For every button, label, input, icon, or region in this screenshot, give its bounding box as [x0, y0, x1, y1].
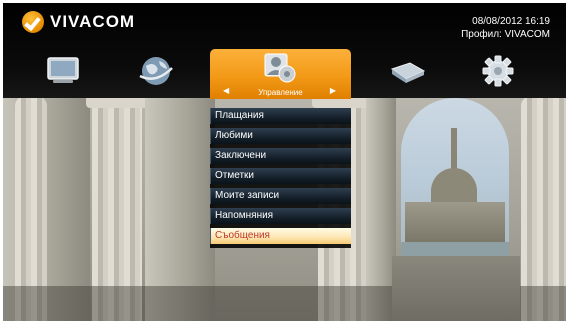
- gear-icon: [482, 55, 514, 87]
- nav-item-management[interactable]: ◀ Управление ▶: [210, 49, 351, 99]
- menu-item-my-recordings[interactable]: Моите записи: [210, 188, 351, 204]
- logo-mark-icon: [22, 11, 44, 33]
- tv-screen: VIVACOM 08/08/2012 16:19 Профил: VIVACOM: [0, 0, 569, 324]
- brand-logo: VIVACOM: [22, 10, 135, 34]
- menu-item-reminders[interactable]: Напомняния: [210, 208, 351, 224]
- menu-item-payments[interactable]: Плащания: [210, 108, 351, 124]
- brand-name: VIVACOM: [50, 12, 136, 31]
- date-time: 08/08/2012 16:19: [472, 16, 550, 27]
- window-view: [401, 98, 509, 256]
- nav-item-tv[interactable]: [42, 54, 84, 88]
- menu-item-messages[interactable]: Съобщения: [210, 228, 351, 244]
- book-icon: [390, 62, 426, 83]
- profile-label: Профил: VIVACOM: [461, 29, 550, 40]
- user-settings-icon: [264, 53, 296, 83]
- tv-icon: [47, 57, 79, 83]
- top-bar: VIVACOM 08/08/2012 16:19 Профил: VIVACOM: [0, 0, 569, 99]
- menu-item-favorites[interactable]: Любими: [210, 128, 351, 144]
- nav-item-guide[interactable]: [387, 54, 429, 88]
- nav-item-internet[interactable]: [135, 54, 177, 88]
- menu-item-locked[interactable]: Заключени: [210, 148, 351, 164]
- management-submenu: Плащания Любими Заключени Отметки Моите …: [210, 108, 351, 248]
- menu-item-bookmarks[interactable]: Отметки: [210, 168, 351, 184]
- arrow-right-icon[interactable]: ▶: [330, 86, 336, 95]
- globe-icon: [139, 57, 173, 85]
- nav-item-settings[interactable]: [477, 54, 519, 88]
